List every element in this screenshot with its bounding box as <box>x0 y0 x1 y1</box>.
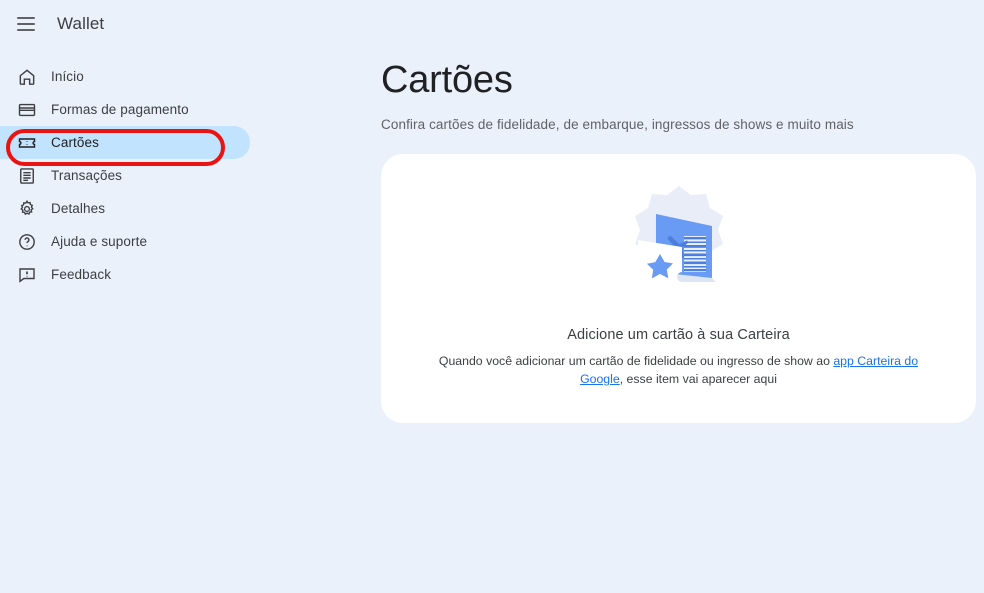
page-title: Cartões <box>381 59 513 101</box>
sidebar: Início Formas de pagamento Cartões Trans… <box>0 60 250 291</box>
sidebar-item-formas-de-pagamento[interactable]: Formas de pagamento <box>0 93 250 126</box>
sidebar-item-ajuda-e-suporte[interactable]: Ajuda e suporte <box>0 225 250 258</box>
credit-card-icon <box>16 99 38 121</box>
feedback-icon <box>16 264 38 286</box>
help-circle-icon <box>16 231 38 253</box>
empty-state-card: Adicione um cartão à sua Carteira Quando… <box>381 154 976 423</box>
sidebar-item-label: Transações <box>51 168 123 183</box>
receipt-icon <box>16 165 38 187</box>
sidebar-item-label: Feedback <box>51 267 112 282</box>
hamburger-menu-icon[interactable] <box>14 12 38 36</box>
sidebar-item-inicio[interactable]: Início <box>0 60 250 93</box>
empty-state-description-part2: , esse item vai aparecer aqui <box>619 372 777 386</box>
hamburger-line <box>17 23 35 25</box>
app-title: Wallet <box>57 14 105 33</box>
page-subtitle: Confira cartões de fidelidade, de embarq… <box>381 117 854 132</box>
sidebar-item-label: Ajuda e suporte <box>51 234 148 249</box>
main-content: Cartões Confira cartões de fidelidade, d… <box>381 0 984 423</box>
sidebar-item-label: Detalhes <box>51 201 106 216</box>
sidebar-item-feedback[interactable]: Feedback <box>0 258 250 291</box>
boarding-pass-and-ticket-illustration <box>604 178 754 320</box>
hamburger-line <box>17 29 35 31</box>
empty-state-description: Quando você adicionar um cartão de fidel… <box>424 352 934 388</box>
empty-state-description-part1: Quando você adicionar um cartão de fidel… <box>438 354 834 368</box>
sidebar-item-label: Cartões <box>51 135 99 150</box>
sidebar-item-transacoes[interactable]: Transações <box>0 159 250 192</box>
sidebar-item-label: Formas de pagamento <box>51 102 189 117</box>
wallet-page: Wallet Início Formas de pagamento Cartõe… <box>0 0 984 593</box>
home-icon <box>16 66 38 88</box>
ticket-icon <box>16 132 38 154</box>
sidebar-item-label: Início <box>51 69 84 84</box>
empty-state-title: Adicione um cartão à sua Carteira <box>567 327 790 343</box>
hamburger-line <box>17 17 35 19</box>
gear-icon <box>16 198 38 220</box>
sidebar-item-detalhes[interactable]: Detalhes <box>0 192 250 225</box>
sidebar-item-cartoes[interactable]: Cartões <box>0 126 250 159</box>
